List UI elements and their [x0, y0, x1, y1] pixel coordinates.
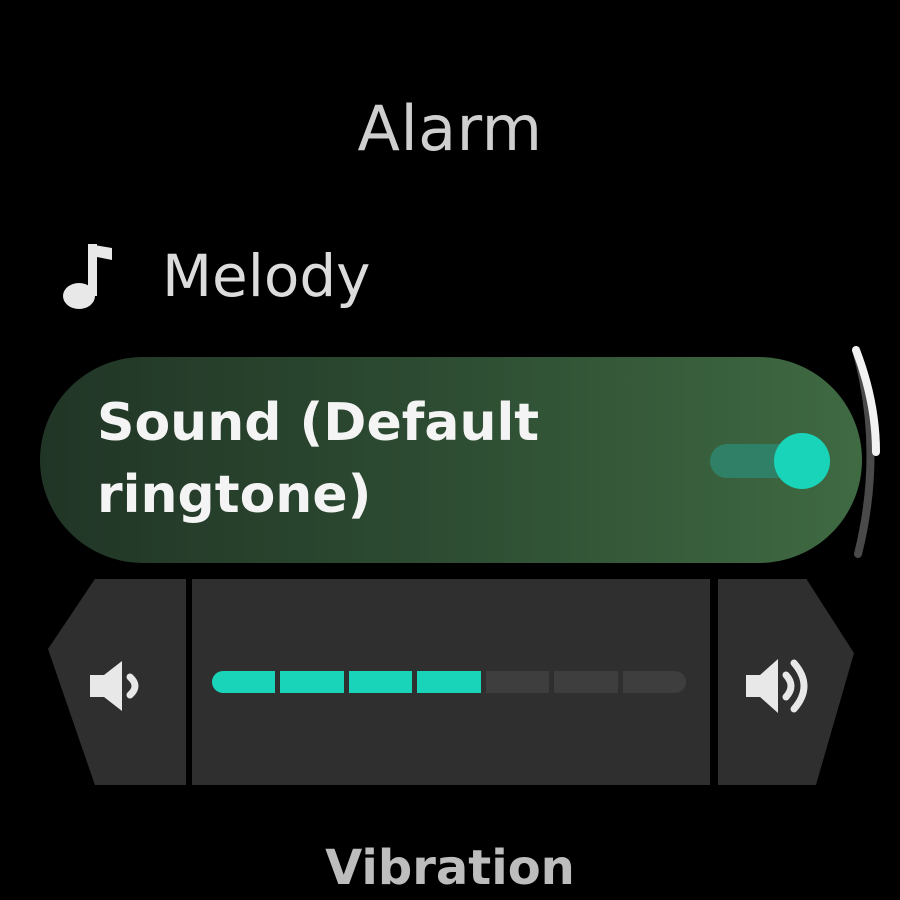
toggle-thumb — [774, 433, 830, 489]
volume-segment — [348, 671, 413, 693]
melody-label: Melody — [162, 242, 371, 310]
volume-segment — [622, 671, 686, 693]
volume-segment — [212, 671, 276, 693]
volume-segment — [485, 671, 550, 693]
volume-up-button[interactable] — [718, 579, 854, 785]
volume-level-bar — [212, 671, 686, 693]
scroll-indicator — [848, 346, 888, 564]
volume-slider[interactable] — [188, 579, 714, 785]
volume-down-button[interactable] — [48, 579, 186, 785]
melody-row[interactable]: Melody — [62, 240, 370, 312]
sound-toggle[interactable] — [710, 433, 830, 489]
sound-label: Sound (Default ringtone) — [97, 393, 540, 525]
volume-segment — [417, 671, 481, 693]
page-title: Alarm — [357, 92, 543, 165]
sound-setting-card[interactable]: Sound (Default ringtone) — [40, 357, 862, 563]
volume-low-icon — [88, 659, 148, 717]
volume-control — [48, 579, 854, 785]
volume-segment — [280, 671, 344, 693]
volume-high-icon — [744, 655, 820, 721]
vibration-item[interactable]: Vibration — [0, 840, 900, 896]
volume-segment — [554, 671, 618, 693]
music-note-icon — [62, 242, 118, 310]
